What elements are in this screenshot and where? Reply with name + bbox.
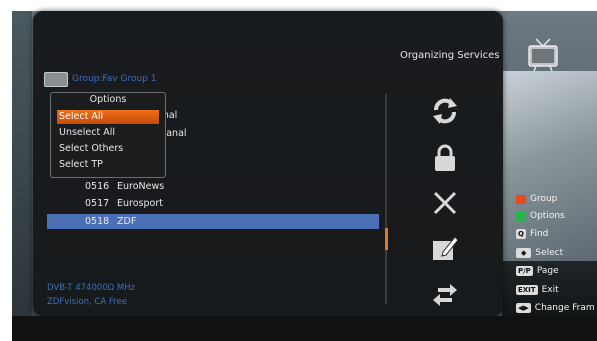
list-item-selected[interactable]: 0518 ZDF	[47, 214, 379, 229]
ok-key-icon: ◆	[516, 248, 532, 258]
channel-number: 0516	[85, 181, 110, 192]
exit-key-icon: EXIT	[516, 285, 538, 295]
lock-icon[interactable]	[430, 143, 460, 173]
channel-number: 0518	[85, 216, 110, 227]
group-label: Group:Fav Group 1	[72, 74, 157, 84]
list-item[interactable]: 0517 Eurosport	[47, 196, 379, 211]
legend-page: P/P Page	[516, 264, 559, 278]
legend-change-frame: ◀▶ Change Fram	[516, 301, 595, 315]
option-select-others[interactable]: Select Others	[57, 142, 159, 156]
provider-info: ZDFvision, CA Free	[47, 297, 127, 307]
page-title: Organizing Services	[400, 50, 500, 61]
leftright-key-icon: ◀▶	[516, 303, 531, 313]
delete-icon[interactable]	[430, 188, 460, 218]
options-title: Options	[89, 94, 127, 105]
list-scrollbar[interactable]	[385, 94, 387, 304]
legend-label: Exit	[541, 285, 559, 295]
transponder-info: DVB-T 474000Ω MHz	[47, 283, 136, 293]
list-scrollbar-thumb[interactable]	[385, 228, 388, 250]
move-icon[interactable]	[430, 280, 460, 310]
group-tv-icon	[44, 71, 68, 87]
refresh-icon[interactable]	[430, 96, 460, 126]
group-selector[interactable]: Group:Fav Group 1	[44, 71, 157, 87]
legend-exit: EXIT Exit	[516, 283, 559, 297]
legend-group: Group	[516, 192, 557, 206]
option-unselect-all[interactable]: Unselect All	[57, 126, 159, 140]
option-select-tp[interactable]: Select TP	[57, 158, 159, 172]
channel-number: 0517	[85, 198, 110, 209]
option-select-all[interactable]: Select All	[57, 110, 159, 124]
legend-label: Group	[530, 194, 558, 204]
legend-options: Options	[516, 209, 565, 223]
edit-icon[interactable]	[430, 233, 460, 263]
background-video-left	[12, 11, 32, 341]
legend-label: Options	[530, 211, 565, 221]
channel-name: EuroNews	[117, 181, 165, 192]
channel-name: Eurosport	[117, 198, 163, 209]
tv-icon	[528, 38, 558, 72]
bottom-bar	[12, 316, 597, 341]
legend-label: Find	[529, 229, 549, 239]
green-key-icon	[516, 211, 526, 221]
legend-label: Change Fram	[534, 303, 595, 313]
legend-label: Page	[536, 266, 559, 276]
legend-label: Select	[535, 248, 564, 258]
find-key-icon: Q	[516, 229, 526, 239]
legend-find: Q Find	[516, 227, 548, 241]
options-popup: Options Select All Unselect All Select O…	[50, 92, 166, 178]
red-key-icon	[516, 194, 526, 204]
channel-name: ZDF	[117, 216, 137, 227]
page-key-icon: P/P	[516, 266, 533, 276]
legend-select: ◆ Select	[516, 246, 563, 260]
list-item[interactable]: 0516 EuroNews	[47, 179, 379, 194]
